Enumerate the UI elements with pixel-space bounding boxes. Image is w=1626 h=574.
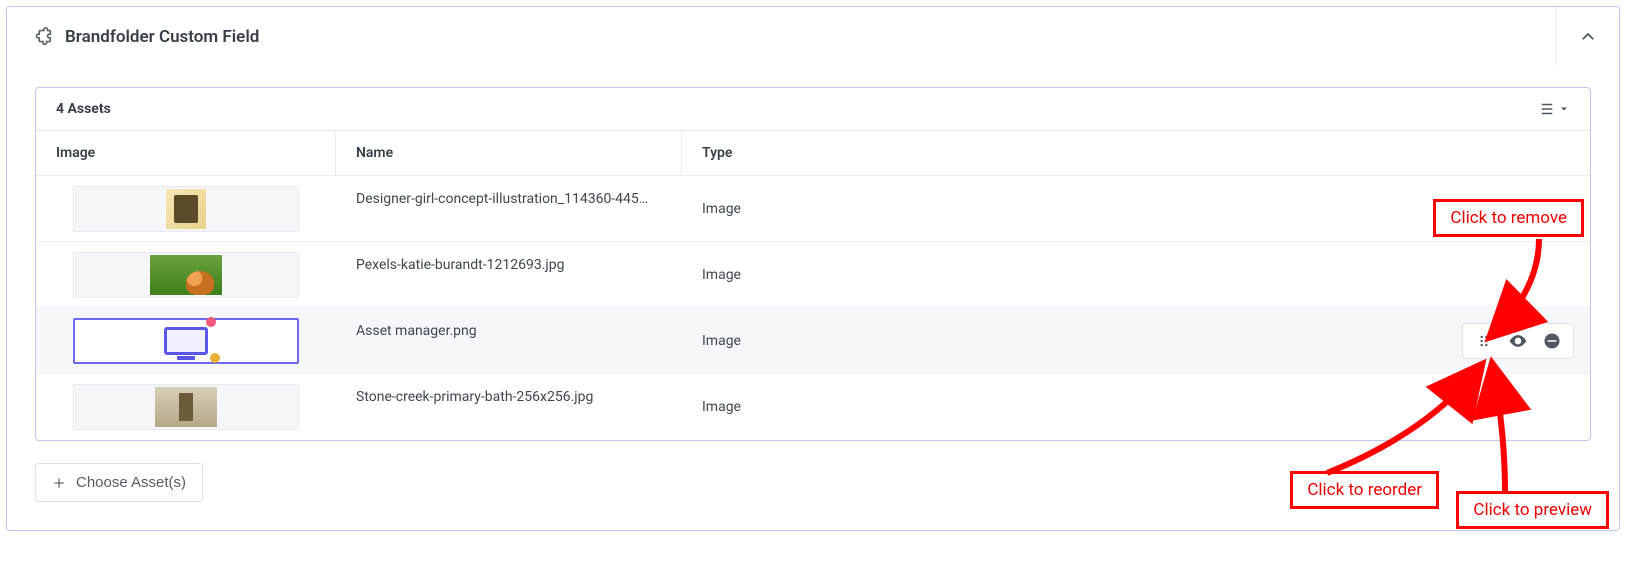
choose-assets-label: Choose Asset(s) — [76, 474, 186, 491]
table-header-row: Image Name Type — [36, 131, 1590, 176]
panel-title: Brandfolder Custom Field — [65, 27, 1555, 47]
table-row[interactable]: Asset manager.pngImage — [36, 308, 1590, 374]
asset-thumbnail[interactable] — [73, 318, 299, 364]
table-row[interactable]: Designer-girl-concept-illustration_11436… — [36, 176, 1590, 242]
cell-name: Asset manager.png — [336, 308, 682, 374]
table-row[interactable]: Stone-creek-primary-bath-256x256.jpgImag… — [36, 374, 1590, 440]
cell-name: Designer-girl-concept-illustration_11436… — [336, 176, 682, 242]
table-row[interactable]: Pexels-katie-burandt-1212693.jpgImage — [36, 242, 1590, 308]
cell-type: Image — [682, 242, 1590, 308]
cell-type: Image — [682, 176, 1590, 242]
caret-down-icon — [1558, 103, 1570, 115]
assets-table: 4 Assets Image Name Type Designer-girl-c… — [35, 87, 1591, 441]
asset-thumbnail[interactable] — [73, 384, 299, 430]
view-options-button[interactable] — [1538, 100, 1570, 118]
cell-image — [36, 308, 336, 374]
remove-button[interactable] — [1541, 330, 1563, 352]
puzzle-icon — [31, 26, 53, 48]
panel-header: Brandfolder Custom Field — [7, 7, 1619, 67]
cell-name: Stone-creek-primary-bath-256x256.jpg — [336, 374, 682, 440]
assets-count: 4 Assets — [56, 101, 1538, 117]
th-name: Name — [336, 131, 682, 175]
cell-image — [36, 242, 336, 308]
remove-icon — [1543, 332, 1561, 350]
eye-icon — [1508, 331, 1528, 351]
th-type: Type — [682, 131, 1590, 175]
plus-icon — [52, 476, 66, 490]
cell-image — [36, 374, 336, 440]
preview-button[interactable] — [1507, 330, 1529, 352]
asset-thumbnail[interactable] — [73, 186, 299, 232]
reorder-handle[interactable] — [1473, 330, 1495, 352]
th-image: Image — [36, 131, 336, 175]
drag-icon — [1477, 334, 1491, 348]
row-actions — [1462, 323, 1574, 359]
asset-thumbnail[interactable] — [73, 252, 299, 298]
cell-name: Pexels-katie-burandt-1212693.jpg — [336, 242, 682, 308]
choose-assets-button[interactable]: Choose Asset(s) — [35, 463, 203, 502]
cell-type: Image — [682, 308, 1590, 374]
list-icon — [1538, 100, 1556, 118]
collapse-toggle[interactable] — [1555, 7, 1619, 67]
cell-image — [36, 176, 336, 242]
cell-type: Image — [682, 374, 1590, 440]
chevron-up-icon — [1579, 28, 1597, 46]
